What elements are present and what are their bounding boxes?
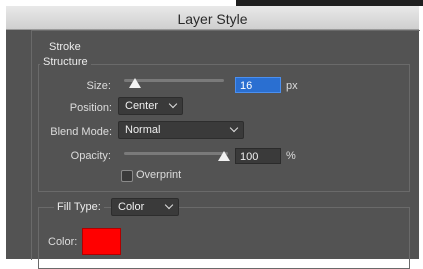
color-swatch[interactable] <box>82 228 121 255</box>
blend-mode-select[interactable]: Normal <box>118 121 244 139</box>
overprint-checkbox[interactable] <box>121 170 133 182</box>
fill-type-select-value: Color <box>118 201 145 213</box>
position-select-value: Center <box>125 100 159 112</box>
opacity-label: Opacity: <box>70 150 111 162</box>
opacity-slider-thumb[interactable] <box>218 151 230 161</box>
blend-mode-select-value: Normal <box>125 124 161 136</box>
chevron-down-icon <box>229 123 239 133</box>
chevron-down-icon <box>164 200 174 210</box>
fill-type-label: Fill Type: <box>54 201 104 213</box>
dialog-title: Layer Style <box>177 11 248 27</box>
position-label: Position: <box>69 102 112 114</box>
stroke-section-label: Stroke <box>47 41 83 53</box>
opacity-slider-track[interactable] <box>124 152 228 155</box>
size-unit: px <box>286 80 298 92</box>
chevron-down-icon <box>168 99 178 109</box>
color-label: Color: <box>48 236 78 248</box>
size-input[interactable]: 16 <box>235 77 281 93</box>
size-slider-thumb[interactable] <box>129 78 141 88</box>
position-select[interactable]: Center <box>118 97 183 115</box>
structure-group-title: Structure <box>40 56 91 68</box>
blend-mode-label: Blend Mode: <box>50 126 112 138</box>
size-label: Size: <box>86 80 111 92</box>
title-bar[interactable]: Layer Style <box>6 6 419 30</box>
opacity-input[interactable]: 100 <box>235 148 281 164</box>
opacity-unit: % <box>286 150 296 162</box>
overprint-label: Overprint <box>136 169 182 181</box>
fill-type-select[interactable]: Color <box>111 198 179 216</box>
